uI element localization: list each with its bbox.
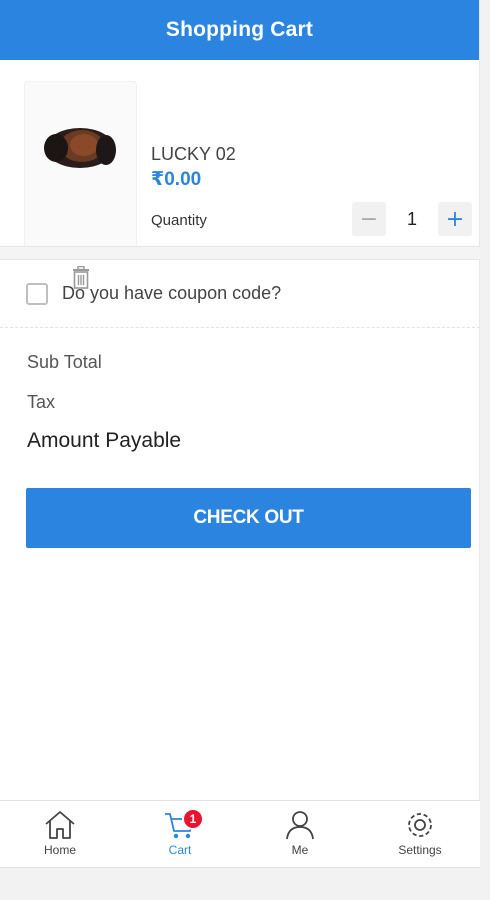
product-name[interactable]: LUCKY 02 (151, 144, 236, 165)
tab-cart-label: Cart (168, 843, 192, 857)
tab-home-label: Home (43, 843, 76, 857)
coupon-toggle[interactable]: Do you have coupon code? (0, 260, 480, 328)
checkout-button[interactable]: CHECK OUT (26, 488, 471, 548)
sub-total-label: Sub Total (27, 352, 102, 372)
tab-settings-label: Settings (398, 843, 442, 857)
quantity-value: 1 (406, 208, 417, 229)
page-title: Shopping Cart (165, 18, 314, 41)
user-icon (286, 811, 314, 840)
increase-quantity-button[interactable]: + (438, 202, 472, 236)
home-icon (45, 811, 75, 839)
section-divider (0, 246, 480, 260)
product-image[interactable] (24, 81, 137, 253)
tab-settings[interactable]: Settings (360, 801, 480, 867)
amount-payable-label: Amount Payable (27, 429, 182, 452)
quantity-stepper: − 1 + (352, 201, 472, 237)
product-price: ₹0.00 (151, 169, 202, 190)
cart-count-badge: 1 (182, 808, 204, 830)
app-header: Shopping Cart (0, 0, 479, 60)
bottom-tab-bar: Home 1 Cart Me Settings (0, 800, 480, 867)
app-screen: Shopping Cart LUCKY 02 ₹0.00 Quantity − … (0, 0, 480, 868)
coupon-label: Do you have coupon code? (62, 283, 282, 303)
tab-me-label: Me (291, 843, 309, 857)
tab-cart[interactable]: 1 Cart (120, 801, 240, 867)
tax-label: Tax (27, 392, 56, 412)
shoe-icon (44, 128, 116, 168)
quantity-label: Quantity (151, 212, 207, 229)
decrease-quantity-button[interactable]: − (352, 202, 386, 236)
coupon-checkbox[interactable] (26, 282, 48, 305)
tab-me[interactable]: Me (240, 801, 360, 867)
gear-icon (408, 813, 432, 837)
tab-home[interactable]: Home (0, 801, 120, 867)
